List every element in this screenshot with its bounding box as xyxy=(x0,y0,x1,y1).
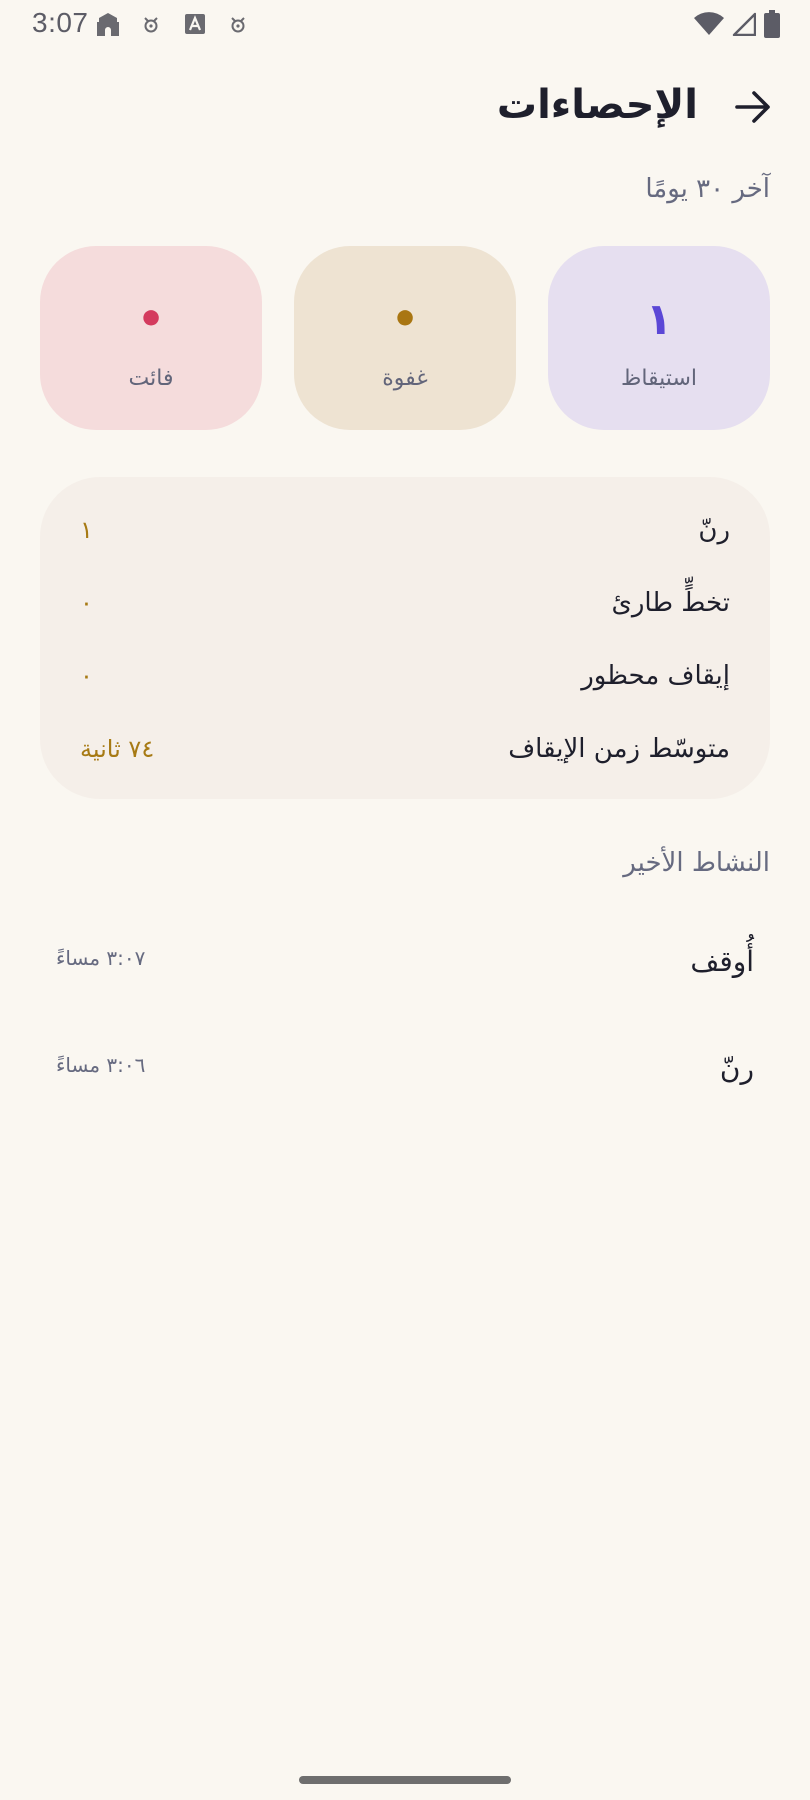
summary-label: متوسّط زمن الإيقاف xyxy=(508,734,730,764)
activity-label: أُوقف xyxy=(690,945,754,978)
summary-row: رنّ ١ xyxy=(40,508,770,552)
summary-value: ١ xyxy=(80,516,93,544)
summary-label: رنّ xyxy=(698,515,730,545)
stat-card-label: فائت xyxy=(128,366,174,391)
wifi-icon xyxy=(694,12,724,40)
stat-card-value: • xyxy=(136,294,166,345)
top-app-bar: الإحصاءات xyxy=(0,80,810,140)
battery-icon xyxy=(764,10,780,42)
notification-face-icon xyxy=(142,12,160,36)
mosque-icon xyxy=(95,12,121,36)
stat-card-value: • xyxy=(390,294,420,345)
range-label: آخر ٣٠ يومًا xyxy=(645,174,770,204)
summary-row: إيقاف محظور ٠ xyxy=(40,654,770,698)
activity-item[interactable]: أُوقف ٣:٠٧ مساءً xyxy=(0,932,810,992)
arrow-right-icon xyxy=(734,90,772,128)
stat-card-label: استيقاظ xyxy=(620,366,697,391)
activity-item[interactable]: رنّ ٣:٠٦ مساءً xyxy=(0,1039,810,1099)
page-title: الإحصاءات xyxy=(496,82,698,128)
summary-value: ٠ xyxy=(80,662,93,690)
summary-value: ٧٤ ثانية xyxy=(80,735,155,763)
home-indicator[interactable] xyxy=(299,1776,511,1784)
stat-card-label: غفوة xyxy=(382,366,428,391)
recent-activity-title: النشاط الأخير xyxy=(623,848,770,878)
stat-cards: ١ استيقاظ • غفوة • فائت xyxy=(40,246,770,430)
cell-signal-icon xyxy=(732,12,757,40)
summary-label: تخطٍّ طارئ xyxy=(611,588,731,618)
status-bar: 3:07 xyxy=(0,0,810,48)
activity-time: ٣:٠٦ مساءً xyxy=(56,1053,146,1077)
activity-time: ٣:٠٧ مساءً xyxy=(56,946,146,970)
summary-value: ٠ xyxy=(80,589,93,617)
activity-label: رنّ xyxy=(719,1052,754,1085)
stat-card-missed: • فائت xyxy=(40,246,262,430)
notification-face-icon xyxy=(229,12,247,36)
stat-card-snooze: • غفوة xyxy=(294,246,516,430)
stat-card-value: ١ xyxy=(645,294,673,345)
summary-row: تخطٍّ طارئ ٠ xyxy=(40,581,770,625)
summary-panel: رنّ ١ تخطٍّ طارئ ٠ إيقاف محظور ٠ متوسّط … xyxy=(40,477,770,799)
back-button[interactable] xyxy=(730,86,776,132)
a-box-icon xyxy=(185,12,205,36)
status-time: 3:07 xyxy=(32,7,89,38)
stat-card-wake: ١ استيقاظ xyxy=(548,246,770,430)
summary-label: إيقاف محظور xyxy=(581,661,730,691)
summary-row: متوسّط زمن الإيقاف ٧٤ ثانية xyxy=(40,727,770,771)
